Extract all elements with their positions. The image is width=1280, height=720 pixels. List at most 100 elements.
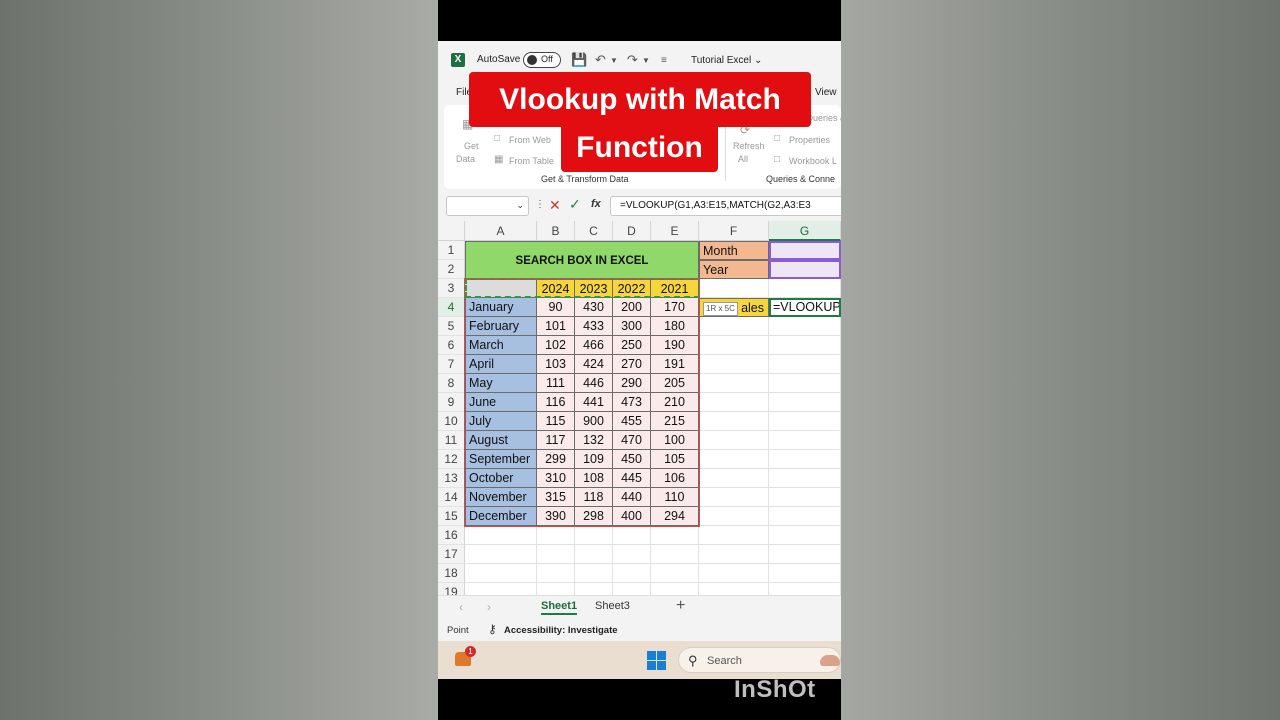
undo-dropdown-icon[interactable]: ▼	[610, 56, 618, 65]
status-mode: Point	[447, 625, 469, 636]
column-header-c[interactable]: C	[575, 221, 613, 241]
formula-bar-options-icon[interactable]: ⋮	[535, 199, 545, 210]
range-highlight	[464, 278, 700, 527]
row-header-9[interactable]: 9	[438, 393, 465, 412]
row-header-8[interactable]: 8	[438, 374, 465, 393]
worksheet-grid[interactable]: ABCDEFG 1 2 3 4 5 6 7 8 9 10 11 12 13 14 15 16 17 18 19 SE…	[438, 221, 841, 595]
notification-badge: 1	[465, 646, 476, 657]
status-bar: Point ⚷ Accessibility: Investigate	[438, 619, 841, 641]
from-table-icon: ▦	[494, 154, 504, 165]
properties-button[interactable]: Properties	[789, 135, 830, 145]
active-cell-g4[interactable]: =VLOOKUP(G	[769, 298, 841, 317]
row-header-17[interactable]: 17	[438, 545, 465, 564]
year-label-cell[interactable]: Year	[699, 260, 769, 279]
month-input-cell[interactable]	[769, 241, 841, 260]
row-header-18[interactable]: 18	[438, 564, 465, 583]
next-sheet-icon[interactable]: ›	[487, 600, 491, 614]
properties-icon: □	[774, 133, 781, 144]
undo-icon[interactable]: ↶	[595, 52, 606, 68]
row-header-10[interactable]: 10	[438, 412, 465, 431]
from-table-button[interactable]: From Table	[509, 156, 554, 166]
row-header-14[interactable]: 14	[438, 488, 465, 507]
autosave-label: AutoSave	[477, 54, 521, 65]
tab-sheet1[interactable]: Sheet1	[541, 600, 578, 615]
row-header-11[interactable]: 11	[438, 431, 465, 450]
insert-function-icon[interactable]: fx	[591, 198, 601, 210]
row-header-15[interactable]: 15	[438, 507, 465, 526]
cancel-icon[interactable]: ✕	[549, 197, 561, 214]
add-sheet-button[interactable]: +	[676, 597, 685, 615]
group-label-transform: Get & Transform Data	[541, 174, 629, 184]
toggle-knob	[527, 55, 537, 65]
column-header-f[interactable]: F	[699, 221, 769, 241]
refresh-label-1[interactable]: Refresh	[733, 141, 765, 151]
search-highlight-icon	[820, 655, 840, 666]
column-header-a[interactable]: A	[465, 221, 537, 241]
queries-connections-button[interactable]: Queries & C	[806, 113, 841, 123]
tab-sheet3[interactable]: Sheet3	[595, 600, 630, 612]
search-icon: ⚲	[688, 653, 698, 668]
group-label-queries: Queries & Conne	[766, 174, 836, 184]
column-header-d[interactable]: D	[613, 221, 651, 241]
prev-sheet-icon[interactable]: ‹	[459, 600, 463, 614]
select-all-corner[interactable]	[438, 221, 465, 241]
row-header-16[interactable]: 16	[438, 526, 465, 545]
row-header-4[interactable]: 4	[438, 298, 465, 317]
row-header-7[interactable]: 7	[438, 355, 465, 374]
row-header-19[interactable]: 19	[438, 583, 465, 595]
workbook-links-icon: □	[774, 154, 781, 165]
inshot-watermark: InShOt	[734, 676, 816, 703]
selection-size-tooltip: 1R x 5C	[703, 302, 738, 316]
column-header-e[interactable]: E	[651, 221, 699, 241]
video-title-line1: Vlookup with Match	[469, 72, 811, 127]
name-box-dropdown-icon[interactable]: ⌄	[516, 200, 524, 211]
gridline	[768, 241, 769, 595]
accessibility-icon[interactable]: ⚷	[488, 622, 497, 636]
workbook-links-button[interactable]: Workbook L	[789, 156, 837, 166]
save-icon[interactable]: 💾	[571, 52, 587, 68]
row-header-13[interactable]: 13	[438, 469, 465, 488]
blurred-background-left	[0, 0, 438, 720]
enter-icon[interactable]: ✓	[569, 196, 581, 213]
row-header-3[interactable]: 3	[438, 279, 465, 298]
redo-icon[interactable]: ↷	[627, 52, 638, 68]
cell-area[interactable]: SEARCH BOX IN EXCEL 2024 2023 2022 2021 Janua…	[464, 241, 841, 595]
from-web-button[interactable]: From Web	[509, 135, 551, 145]
excel-logo-icon: X	[451, 53, 465, 67]
taskbar-search[interactable]: ⚲ Search	[678, 647, 841, 673]
tab-view[interactable]: View	[815, 87, 837, 98]
name-box[interactable]: ⌄	[446, 196, 529, 216]
title-cell[interactable]: SEARCH BOX IN EXCEL	[465, 241, 699, 279]
row-header-1[interactable]: 1	[438, 241, 465, 260]
year-input-cell[interactable]	[769, 260, 841, 279]
video-title-line2: Function	[561, 124, 718, 172]
sheet-tab-bar: ‹ › Sheet1 Sheet3 +	[438, 595, 841, 619]
windows-taskbar: 1 ⚲ Search	[438, 641, 841, 679]
column-header-b[interactable]: B	[537, 221, 575, 241]
column-header-g[interactable]: G	[769, 221, 841, 241]
blurred-background-right	[841, 0, 1280, 720]
formula-bar: ⌄ ⋮ ✕ ✓ fx =VLOOKUP(G1,A3:E15,MATCH(G2,A…	[438, 193, 841, 219]
refresh-label-2[interactable]: All	[738, 154, 748, 164]
redo-dropdown-icon[interactable]: ▼	[642, 56, 650, 65]
month-label-cell[interactable]: Month	[699, 241, 769, 260]
get-data-label-2[interactable]: Data	[456, 154, 475, 164]
gridline	[840, 241, 841, 595]
document-title-text: Tutorial Excel	[691, 55, 752, 66]
get-data-label-1[interactable]: Get	[464, 141, 479, 151]
row-header-6[interactable]: 6	[438, 336, 465, 355]
document-title[interactable]: Tutorial Excel ⌄	[691, 55, 762, 66]
from-web-icon: □	[494, 133, 501, 144]
gridline	[465, 582, 841, 583]
gridline	[465, 563, 841, 564]
row-header-2[interactable]: 2	[438, 260, 465, 279]
customize-toolbar-icon[interactable]: ≡	[661, 55, 667, 66]
search-placeholder: Search	[707, 655, 742, 667]
windows-start-icon[interactable]	[647, 651, 666, 670]
accessibility-status[interactable]: Accessibility: Investigate	[504, 625, 618, 636]
row-header-12[interactable]: 12	[438, 450, 465, 469]
formula-input[interactable]: =VLOOKUP(G1,A3:E15,MATCH(G2,A3:E3	[610, 196, 841, 216]
autosave-toggle[interactable]: Off	[523, 52, 561, 68]
autosave-state: Off	[541, 54, 553, 64]
row-header-5[interactable]: 5	[438, 317, 465, 336]
